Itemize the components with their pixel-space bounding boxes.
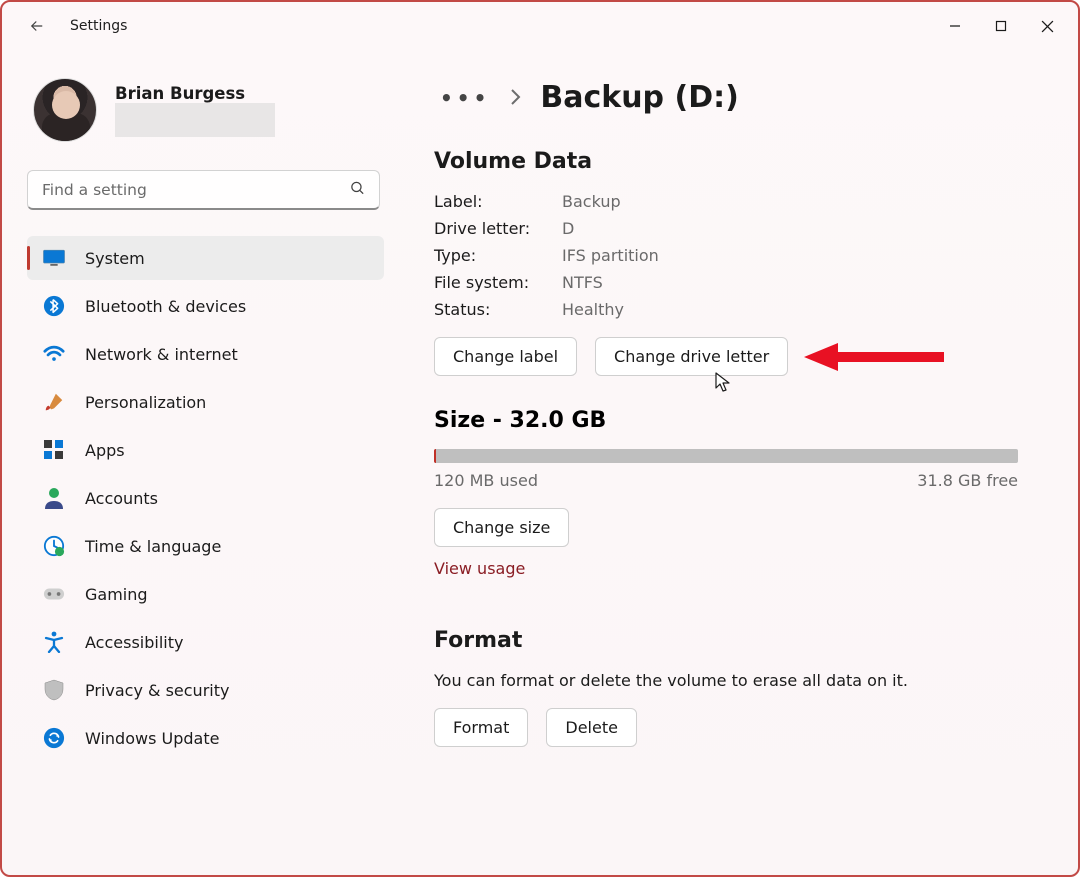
label-value: Backup bbox=[562, 192, 1018, 211]
sidebar-item-label: Windows Update bbox=[85, 729, 219, 748]
sidebar-item-privacy[interactable]: Privacy & security bbox=[27, 668, 384, 712]
status-key: Status: bbox=[434, 300, 562, 319]
bluetooth-icon bbox=[43, 295, 65, 317]
change-size-button[interactable]: Change size bbox=[434, 508, 569, 547]
delete-button[interactable]: Delete bbox=[546, 708, 637, 747]
apps-icon bbox=[43, 439, 65, 461]
user-block[interactable]: Brian Burgess bbox=[27, 78, 384, 142]
settings-window: Settings Brian Burgess bbox=[0, 0, 1080, 877]
sidebar-item-label: Network & internet bbox=[85, 345, 238, 364]
avatar bbox=[33, 78, 97, 142]
label-key: Label: bbox=[434, 192, 562, 211]
refresh-icon bbox=[43, 727, 65, 749]
user-email-redacted bbox=[115, 103, 275, 137]
titlebar: Settings bbox=[2, 2, 1078, 50]
person-icon bbox=[43, 487, 65, 509]
sidebar: Brian Burgess System bbox=[2, 50, 394, 875]
format-button[interactable]: Format bbox=[434, 708, 528, 747]
sidebar-item-system[interactable]: System bbox=[27, 236, 384, 280]
annotation-arrow bbox=[804, 339, 944, 375]
volume-data-heading: Volume Data bbox=[434, 149, 1018, 174]
minimize-button[interactable] bbox=[932, 10, 978, 42]
type-value: IFS partition bbox=[562, 246, 1018, 265]
minimize-icon bbox=[949, 20, 961, 32]
sidebar-item-gaming[interactable]: Gaming bbox=[27, 572, 384, 616]
sidebar-item-label: Gaming bbox=[85, 585, 148, 604]
sidebar-item-label: Personalization bbox=[85, 393, 206, 412]
size-heading: Size - 32.0 GB bbox=[434, 408, 1018, 433]
free-label: 31.8 GB free bbox=[917, 471, 1018, 490]
sidebar-item-apps[interactable]: Apps bbox=[27, 428, 384, 472]
fs-key: File system: bbox=[434, 273, 562, 292]
format-description: You can format or delete the volume to e… bbox=[434, 671, 1018, 690]
sidebar-item-label: Bluetooth & devices bbox=[85, 297, 246, 316]
maximize-icon bbox=[995, 20, 1007, 32]
sidebar-item-label: Apps bbox=[85, 441, 125, 460]
sidebar-item-label: System bbox=[85, 249, 145, 268]
fs-value: NTFS bbox=[562, 273, 1018, 292]
usage-bar bbox=[434, 449, 1018, 463]
nav-list: System Bluetooth & devices Network & int… bbox=[27, 236, 384, 760]
sidebar-item-accounts[interactable]: Accounts bbox=[27, 476, 384, 520]
close-icon bbox=[1041, 20, 1054, 33]
search-box[interactable] bbox=[27, 170, 380, 210]
status-value: Healthy bbox=[562, 300, 1018, 319]
sidebar-item-bluetooth[interactable]: Bluetooth & devices bbox=[27, 284, 384, 328]
content-scroll[interactable]: ••• Backup (D:) Volume Data Label: Backu… bbox=[394, 50, 1068, 875]
shield-icon bbox=[43, 679, 65, 701]
accessibility-icon bbox=[43, 631, 65, 653]
sidebar-item-label: Accessibility bbox=[85, 633, 183, 652]
change-drive-letter-button[interactable]: Change drive letter bbox=[595, 337, 788, 376]
gamepad-icon bbox=[43, 583, 65, 605]
user-name: Brian Burgess bbox=[115, 84, 275, 103]
drive-letter-val: D bbox=[562, 219, 1018, 238]
brush-icon bbox=[43, 391, 65, 413]
sidebar-item-time-language[interactable]: Time & language bbox=[27, 524, 384, 568]
sidebar-item-label: Privacy & security bbox=[85, 681, 229, 700]
sidebar-item-label: Accounts bbox=[85, 489, 158, 508]
search-icon bbox=[349, 180, 366, 201]
clock-globe-icon bbox=[43, 535, 65, 557]
monitor-icon bbox=[43, 247, 65, 269]
breadcrumb: ••• Backup (D:) bbox=[440, 80, 1018, 115]
sidebar-item-label: Time & language bbox=[85, 537, 221, 556]
view-usage-link[interactable]: View usage bbox=[434, 559, 525, 578]
format-heading: Format bbox=[434, 628, 1018, 653]
close-button[interactable] bbox=[1024, 10, 1070, 42]
chevron-right-icon bbox=[508, 80, 522, 115]
sidebar-item-windows-update[interactable]: Windows Update bbox=[27, 716, 384, 760]
app-title: Settings bbox=[70, 18, 127, 34]
sidebar-item-personalization[interactable]: Personalization bbox=[27, 380, 384, 424]
volume-properties: Label: Backup Drive letter: D Type: IFS … bbox=[434, 192, 1018, 319]
type-key: Type: bbox=[434, 246, 562, 265]
change-label-button[interactable]: Change label bbox=[434, 337, 577, 376]
maximize-button[interactable] bbox=[978, 10, 1024, 42]
sidebar-item-accessibility[interactable]: Accessibility bbox=[27, 620, 384, 664]
used-label: 120 MB used bbox=[434, 471, 538, 490]
drive-letter-key: Drive letter: bbox=[434, 219, 562, 238]
search-input[interactable] bbox=[27, 170, 380, 210]
wifi-icon bbox=[43, 343, 65, 365]
page-title: Backup (D:) bbox=[540, 80, 738, 115]
breadcrumb-ellipsis-button[interactable]: ••• bbox=[440, 86, 490, 110]
arrow-left-icon bbox=[28, 17, 46, 35]
usage-bar-fill bbox=[434, 449, 436, 463]
sidebar-item-network[interactable]: Network & internet bbox=[27, 332, 384, 376]
back-button[interactable] bbox=[22, 11, 52, 41]
